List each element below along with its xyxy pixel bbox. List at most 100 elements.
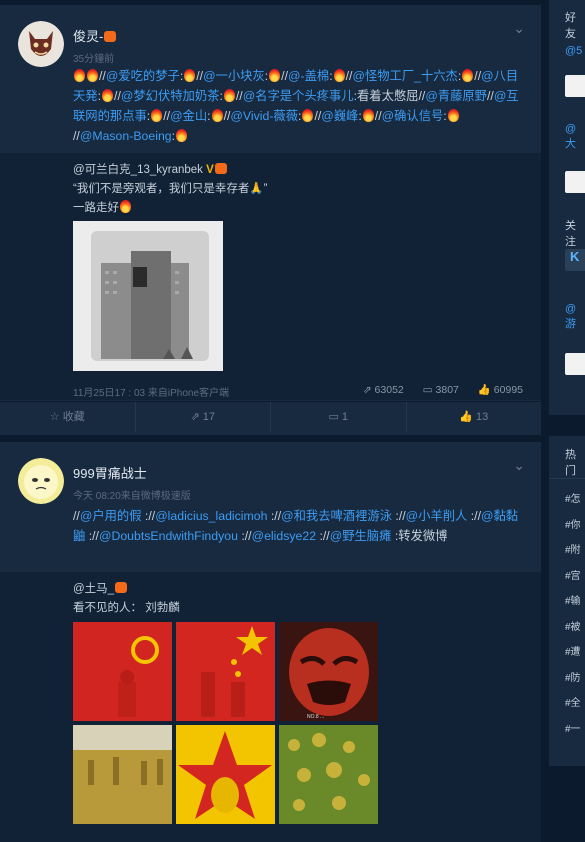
mention-link[interactable]: @野生脑瘫 <box>330 529 392 543</box>
fire-icon <box>447 109 459 122</box>
right-sidebar: 好友 @5 @大 关注 K @游 <box>549 0 585 415</box>
fire-icon <box>74 69 85 82</box>
like-button[interactable]: 👍 13 <box>407 402 542 432</box>
repost-line: 看不见的人： 刘勃麟 <box>73 602 180 614</box>
repost-author[interactable]: @土马_ <box>73 580 128 596</box>
repost-image[interactable] <box>176 725 275 824</box>
comment-button[interactable]: ▭ 1 <box>271 402 407 432</box>
mention-link[interactable]: @DoubtsEndwithFindyou <box>99 529 238 543</box>
mention-link[interactable]: @怪物工厂_十六杰 <box>352 69 457 83</box>
username[interactable]: 俊灵- <box>73 26 117 45</box>
repost-image[interactable] <box>73 221 223 371</box>
vip-crown-icon <box>104 31 117 42</box>
repost-image[interactable] <box>176 622 275 721</box>
mention-link[interactable]: @确认信号 <box>382 109 444 123</box>
fire-icon <box>102 89 114 102</box>
plain-text: :转发微博 <box>394 529 448 543</box>
repost-block[interactable]: @土马_ 看不见的人： 刘勃麟 NO.8 ... <box>0 572 541 842</box>
photo-caption: NO.8 ... <box>307 714 324 720</box>
fire-icon <box>120 200 131 213</box>
mention-link[interactable]: @青藤原野 <box>425 89 487 103</box>
hot-topic-link[interactable]: #怎 <box>549 487 585 513</box>
fire-icon <box>211 109 223 122</box>
repost-image[interactable] <box>73 725 172 824</box>
fire-icon <box>269 69 281 82</box>
repost-block[interactable]: @可兰白克_13_kyranbek V “我们不是旁观者，我们只是幸存者🙏” 一… <box>0 153 541 400</box>
mention-link[interactable]: @一小块灰 <box>203 69 265 83</box>
hot-topic-link[interactable]: #你 <box>549 513 585 539</box>
sidebar-user-link[interactable]: @游 <box>549 303 585 331</box>
hot-topic-link[interactable]: #附 <box>549 538 585 564</box>
sidebar-thumbnail[interactable] <box>565 353 585 375</box>
hot-topic-link[interactable]: #遭 <box>549 640 585 666</box>
sidebar-heading: 关注 <box>565 220 576 248</box>
hot-topics-panel: 热门 #怎 #你 #附 #宫 #输 #被 #遭 #防 #全 #一 <box>549 436 585 766</box>
repost-quote: “我们不是旁观者，我们只是幸存者🙏” <box>73 183 268 195</box>
fire-icon <box>184 69 196 82</box>
sidebar-thumbnail[interactable] <box>565 75 585 97</box>
hot-topic-link[interactable]: #被 <box>549 615 585 641</box>
fire-icon <box>362 109 374 122</box>
feed-card: 999胃痛战士 今天 08:20来自微博极速版 ⌄ //@户用的假 ://@la… <box>0 442 541 842</box>
fire-icon <box>302 109 314 122</box>
fire-icon <box>462 69 474 82</box>
repost-count[interactable]: ⇗ 63052 <box>363 384 404 396</box>
repost-author[interactable]: @可兰白克_13_kyranbek V <box>73 161 227 177</box>
verified-icon: V <box>206 164 214 176</box>
sidebar-heading: 好友 <box>565 12 576 40</box>
repost-image[interactable]: NO.8 ... <box>279 622 378 721</box>
mention-link[interactable]: @elidsye22 <box>252 529 316 543</box>
mention-link[interactable]: @梦幻伏特加奶茶 <box>121 89 220 103</box>
repost-image[interactable] <box>73 622 172 721</box>
hot-topic-link[interactable]: #防 <box>549 666 585 692</box>
fire-icon <box>176 129 188 142</box>
k-logo-icon: K <box>570 249 580 264</box>
post-text: //@爱吃的梦子://@一小块灰://@-盖棉://@怪物工厂_十六杰://@八… <box>73 69 519 143</box>
post-text: //@户用的假 ://@ladicius_ladicimoh ://@和我去啤酒… <box>73 509 519 543</box>
sidebar-thumbnail[interactable]: K <box>565 249 585 271</box>
sidebar-heading: 热门 <box>565 449 576 477</box>
hot-topic-link[interactable]: #全 <box>549 691 585 717</box>
avatar[interactable] <box>18 458 64 504</box>
sidebar-user-link[interactable]: @大 <box>549 123 585 151</box>
chevron-down-icon[interactable]: ⌄ <box>513 457 525 474</box>
mention-link[interactable]: @金山 <box>170 109 207 123</box>
hot-topic-list: #怎 #你 #附 #宫 #输 #被 #遭 #防 #全 #一 <box>549 478 585 742</box>
fire-icon <box>151 109 163 122</box>
favorite-button[interactable]: ☆ 收藏 <box>0 402 136 432</box>
mention-link[interactable]: @名字是个头疼事儿 <box>243 89 354 103</box>
mention-link[interactable]: @Vivid-薇薇 <box>230 109 298 123</box>
hot-topic-link[interactable]: #一 <box>549 717 585 743</box>
feed-card: 俊灵- 35分鐘前 ⌄ //@爱吃的梦子://@一小块灰://@-盖棉://@怪… <box>0 5 541 435</box>
mention-link[interactable]: @Mason-Boeing <box>80 129 172 143</box>
fire-icon <box>333 69 345 82</box>
mention-link[interactable]: @小羊削人 <box>406 509 468 523</box>
repost-line: 一路走好 <box>73 199 132 215</box>
vip-crown-icon <box>115 582 128 593</box>
action-bar: ☆ 收藏 ⇗ 17 ▭ 1 👍 13 <box>0 401 541 432</box>
sidebar-thumbnail[interactable] <box>565 171 585 193</box>
plain-text: :看着太憋屈 <box>353 89 419 103</box>
like-count[interactable]: 👍 60995 <box>478 384 523 396</box>
mention-link[interactable]: @巍峰 <box>321 109 358 123</box>
mention-link[interactable]: @ladicius_ladicimoh <box>155 509 267 523</box>
post-time: 35分鐘前 <box>73 54 115 65</box>
repost-stats: ⇗ 63052 ▭ 3807 👍 60995 <box>347 383 523 396</box>
repost-button[interactable]: ⇗ 17 <box>136 402 271 432</box>
hot-topic-link[interactable]: #输 <box>549 589 585 615</box>
avatar[interactable] <box>18 21 64 67</box>
fire-icon <box>87 69 98 82</box>
chevron-down-icon[interactable]: ⌄ <box>513 20 525 37</box>
comment-count[interactable]: ▭ 3807 <box>423 384 459 396</box>
repost-image[interactable] <box>279 725 378 824</box>
main-column: 俊灵- 35分鐘前 ⌄ //@爱吃的梦子://@一小块灰://@-盖棉://@怪… <box>0 0 543 842</box>
fire-icon <box>223 89 235 102</box>
sidebar-user-link[interactable]: @5 <box>549 45 585 57</box>
post-time: 今天 08:20来自微博极速版 <box>73 491 191 502</box>
mention-link[interactable]: @户用的假 <box>80 509 142 523</box>
username[interactable]: 999胃痛战士 <box>73 463 147 482</box>
hot-topic-link[interactable]: #宫 <box>549 564 585 590</box>
mention-link[interactable]: @-盖棉 <box>288 69 329 83</box>
mention-link[interactable]: @和我去啤酒裡游泳 <box>281 509 392 523</box>
mention-link[interactable]: @爱吃的梦子 <box>106 69 180 83</box>
